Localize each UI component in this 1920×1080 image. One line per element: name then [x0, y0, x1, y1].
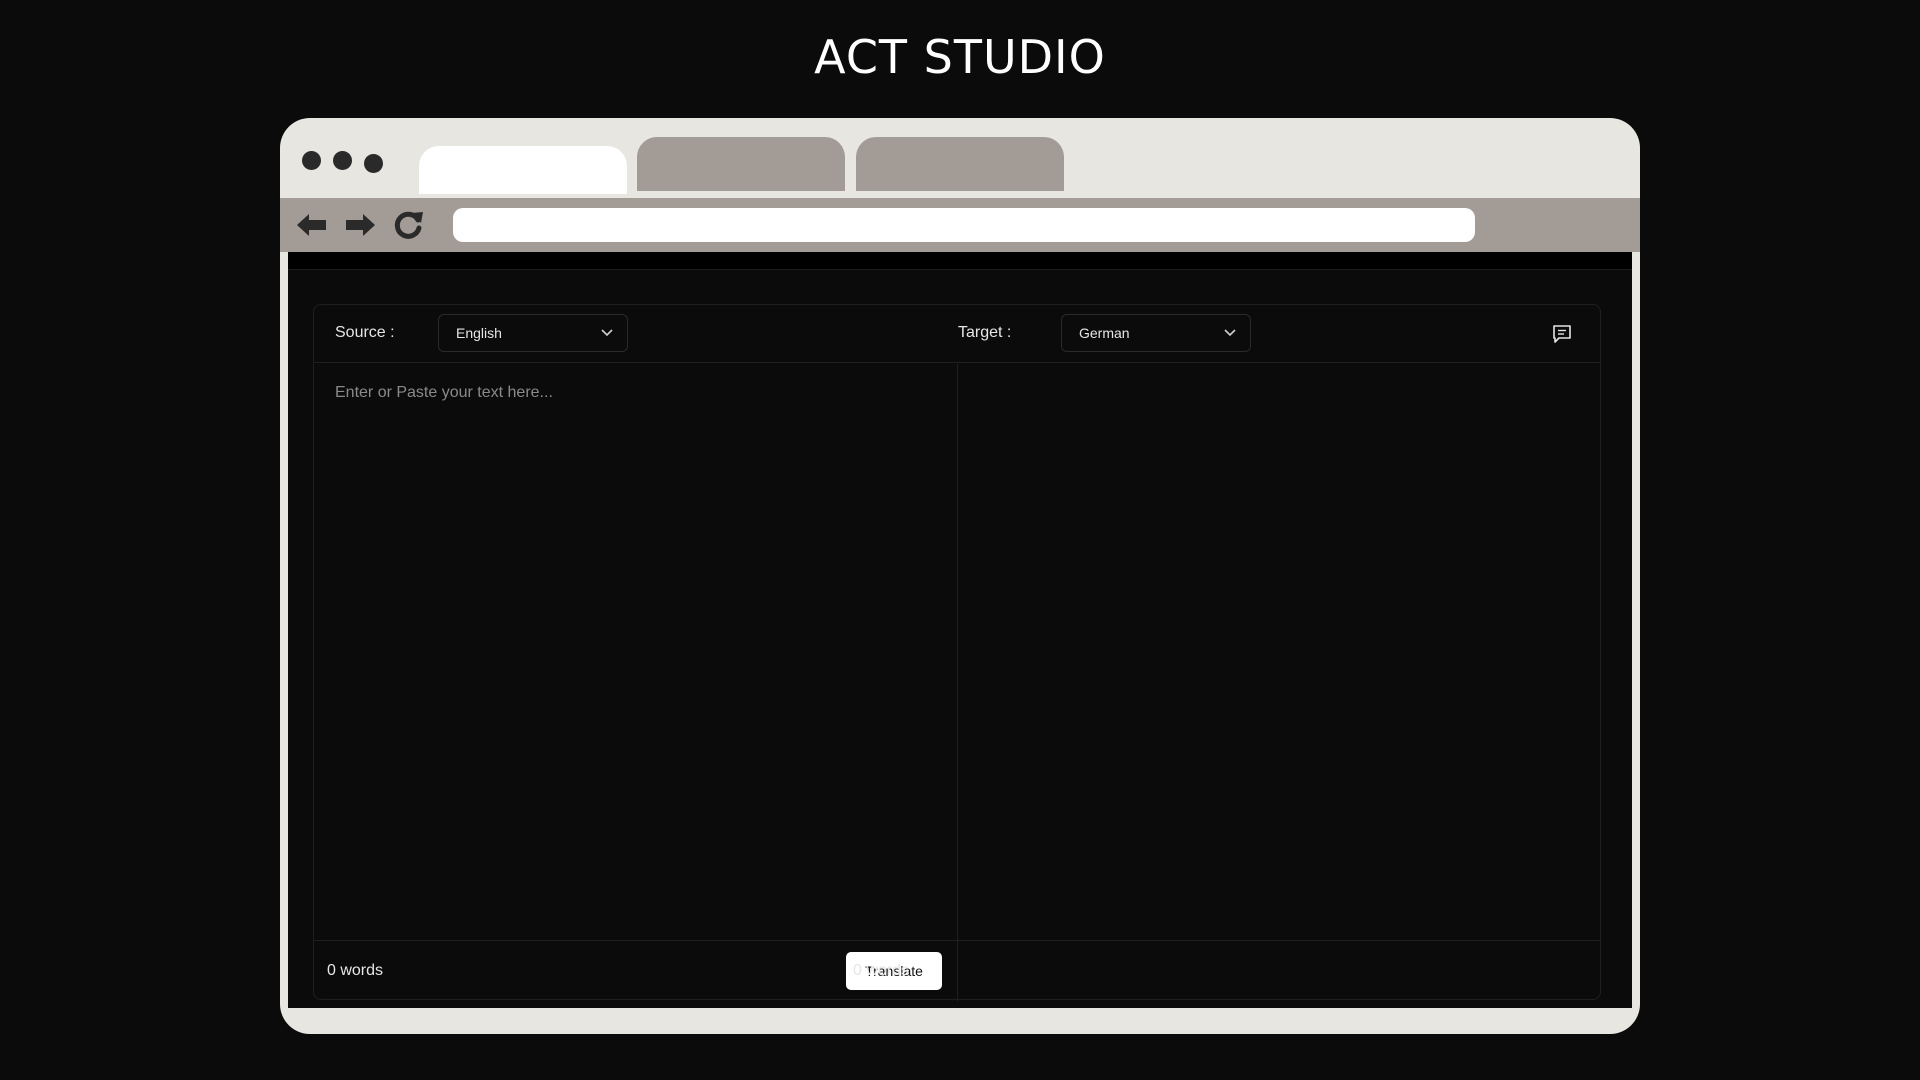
source-language-select[interactable]: English: [438, 314, 628, 352]
chat-icon: [1553, 325, 1571, 343]
browser-tab-active[interactable]: [419, 146, 627, 194]
page-viewport: Source : English Target : German Enter o…: [288, 252, 1632, 1008]
browser-window: Source : English Target : German Enter o…: [280, 118, 1640, 1034]
target-language-value: German: [1079, 325, 1130, 341]
window-controls: [302, 151, 383, 173]
browser-toolbar: [280, 198, 1640, 252]
reload-icon: [394, 211, 423, 239]
maximize-window-dot[interactable]: [364, 154, 383, 173]
source-language-value: English: [456, 325, 502, 341]
target-language-select[interactable]: German: [1061, 314, 1251, 352]
close-window-dot[interactable]: [302, 151, 321, 170]
pane-divider: [957, 364, 958, 1001]
translator-footer: 0 words Translate 0 words: [314, 940, 1600, 1000]
browser-tab-3[interactable]: [856, 137, 1064, 191]
url-bar[interactable]: [453, 208, 1475, 242]
chat-button[interactable]: [1550, 322, 1574, 346]
chevron-down-icon: [601, 327, 613, 339]
arrow-left-icon: [297, 214, 326, 236]
arrow-right-icon: [346, 214, 375, 236]
page-top-bar: [288, 252, 1632, 270]
source-word-count: 0 words: [327, 962, 384, 979]
translator-header: Source : English Target : German: [314, 305, 1600, 363]
source-label: Source :: [335, 324, 395, 341]
reload-button[interactable]: [388, 205, 428, 245]
source-text-input[interactable]: [314, 364, 957, 940]
minimize-window-dot[interactable]: [333, 151, 352, 170]
forward-button[interactable]: [340, 205, 380, 245]
browser-tab-2[interactable]: [637, 137, 845, 191]
translator-panel: Source : English Target : German Enter o…: [313, 304, 1601, 1001]
chevron-down-icon: [1224, 327, 1236, 339]
target-word-count-text: 0 words: [853, 962, 910, 979]
target-label: Target :: [958, 324, 1012, 341]
page-title: ACT STUDIO: [814, 30, 1106, 84]
target-word-count: 0 words: [853, 962, 909, 980]
back-button[interactable]: [292, 205, 332, 245]
